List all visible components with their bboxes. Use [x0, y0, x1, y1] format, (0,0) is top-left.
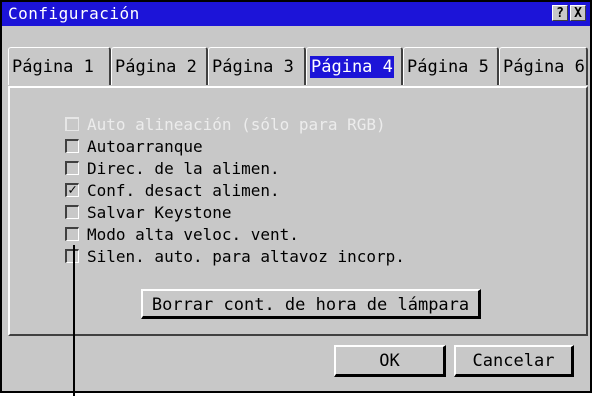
tab-pagina-3[interactable]: Página 3 — [208, 47, 306, 85]
tab-strip: Página 1 Página 2 Página 3 Página 4 Pági… — [8, 47, 588, 87]
option-label: Salvar Keystone — [87, 203, 232, 222]
window-title: Configuración — [8, 4, 140, 23]
checkbox — [65, 117, 79, 131]
tab-label: Página 2 — [115, 57, 197, 77]
title-bar: Configuración ? X — [2, 2, 590, 26]
option-label: Silen. auto. para altavoz incorp. — [87, 247, 405, 266]
checkbox[interactable] — [65, 249, 79, 263]
clear-lamp-hours-button[interactable]: Borrar cont. de hora de lámpara — [141, 289, 481, 319]
option-label: Modo alta veloc. vent. — [87, 225, 299, 244]
callout-line — [73, 245, 75, 396]
tab-label: Página 3 — [212, 57, 294, 77]
tab-label: Página 1 — [12, 57, 94, 77]
tab-label: Página 5 — [407, 57, 489, 77]
tab-pagina-6[interactable]: Página 6 — [499, 47, 588, 85]
checkbox-checked[interactable]: ✓ — [65, 183, 79, 197]
tab-panel: Auto alineación (sólo para RGB) Autoarra… — [8, 86, 588, 336]
tab-pagina-4[interactable]: Página 4 — [306, 47, 403, 85]
tab-label: Página 4 — [310, 56, 394, 78]
checkbox[interactable] — [65, 139, 79, 153]
option-label: Conf. desact alimen. — [87, 181, 280, 200]
checkmark-icon: ✓ — [68, 182, 77, 198]
checkbox[interactable] — [65, 161, 79, 175]
close-icon[interactable]: X — [570, 5, 586, 21]
help-icon[interactable]: ? — [552, 5, 568, 21]
checkbox[interactable] — [65, 205, 79, 219]
tab-label: Página 6 — [503, 57, 585, 77]
ok-button[interactable]: OK — [334, 345, 446, 377]
option-label: Autoarranque — [87, 137, 203, 156]
option-label: Direc. de la alimen. — [87, 159, 280, 178]
checkbox[interactable] — [65, 227, 79, 241]
cancel-button[interactable]: Cancelar — [454, 345, 574, 377]
tab-pagina-1[interactable]: Página 1 — [8, 47, 111, 85]
option-label: Auto alineación (sólo para RGB) — [87, 115, 386, 134]
tab-pagina-2[interactable]: Página 2 — [111, 47, 208, 85]
tab-pagina-5[interactable]: Página 5 — [403, 47, 499, 85]
